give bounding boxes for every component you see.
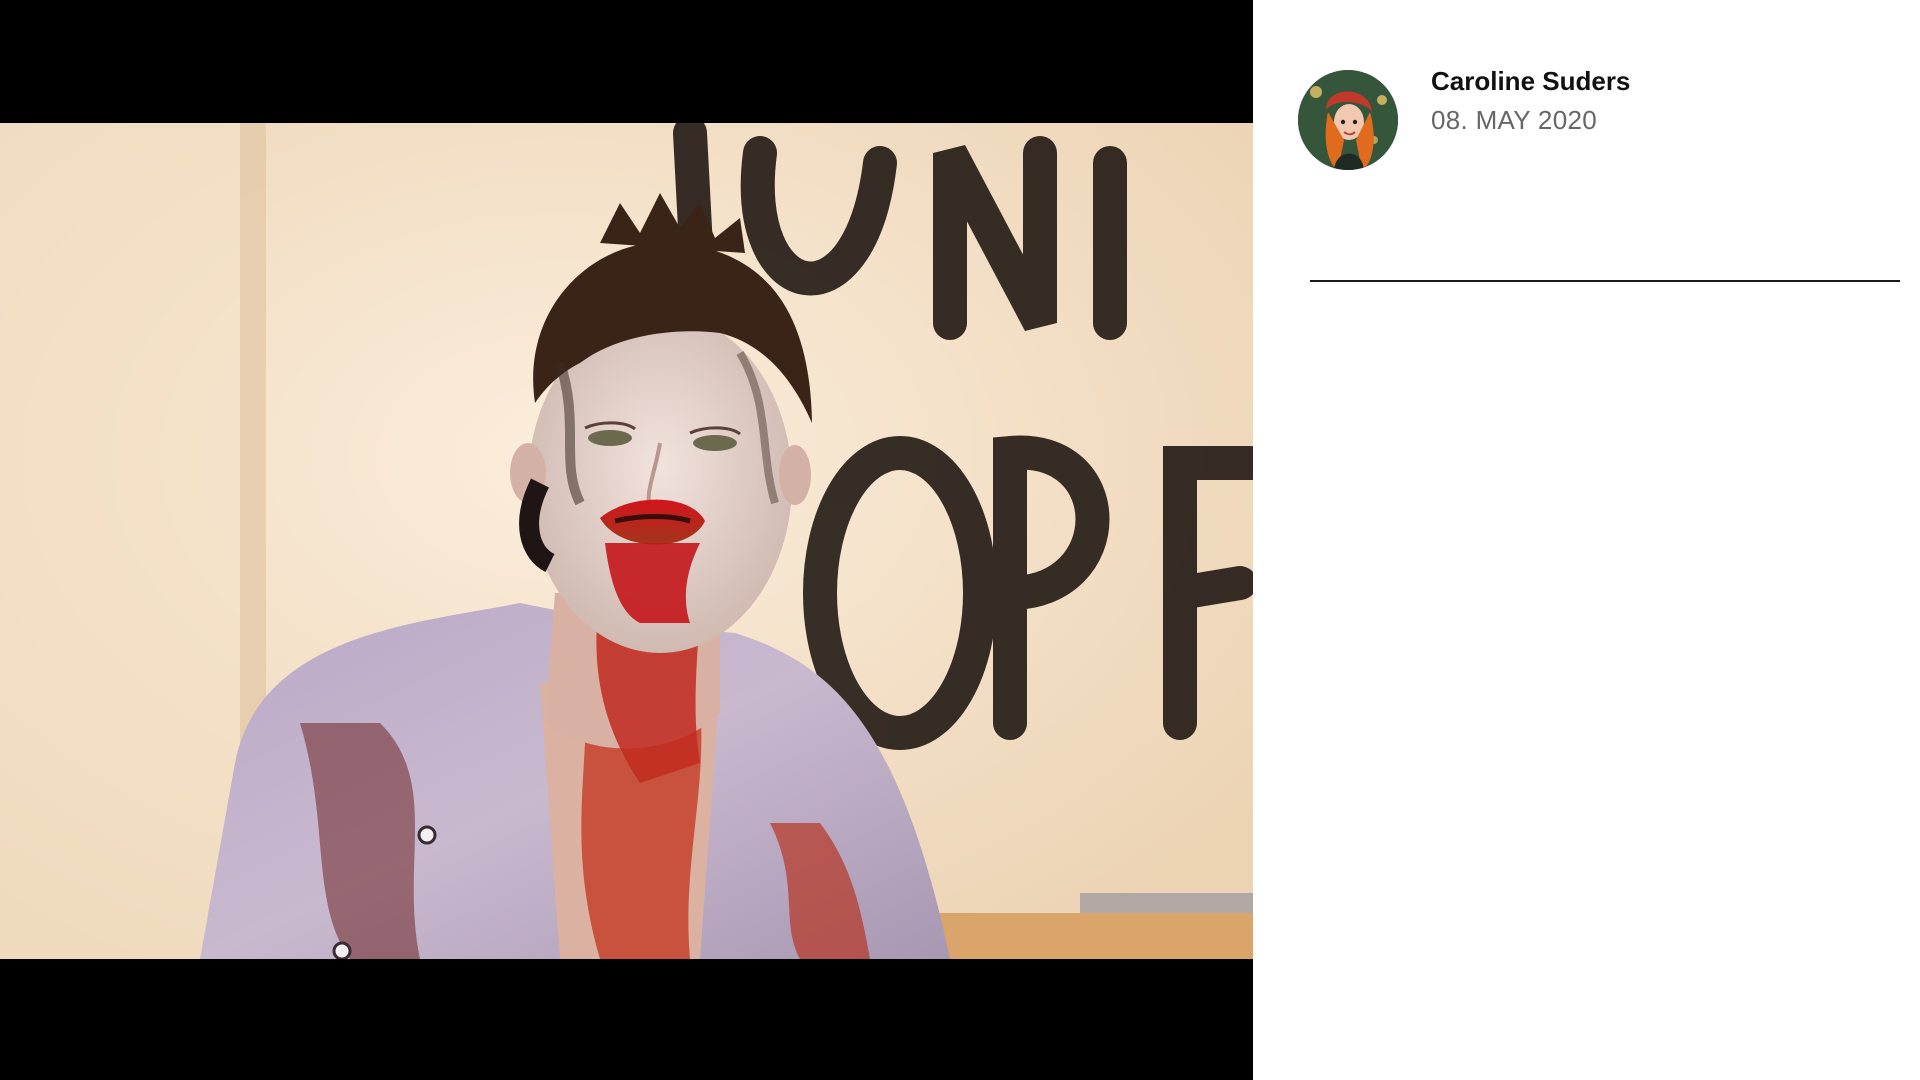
post-photo[interactable] — [0, 123, 1253, 959]
image-viewer — [0, 0, 1253, 1080]
post-sidebar: Caroline Suders 08. MAY 2020 — [1253, 0, 1920, 1080]
avatar-photo-icon — [1298, 70, 1398, 170]
divider — [1310, 280, 1900, 282]
post-date: 08. MAY 2020 — [1431, 105, 1597, 135]
zombie-photo-illustration — [0, 123, 1253, 959]
author-name[interactable]: Caroline Suders — [1431, 66, 1630, 97]
author-avatar[interactable] — [1298, 70, 1398, 170]
